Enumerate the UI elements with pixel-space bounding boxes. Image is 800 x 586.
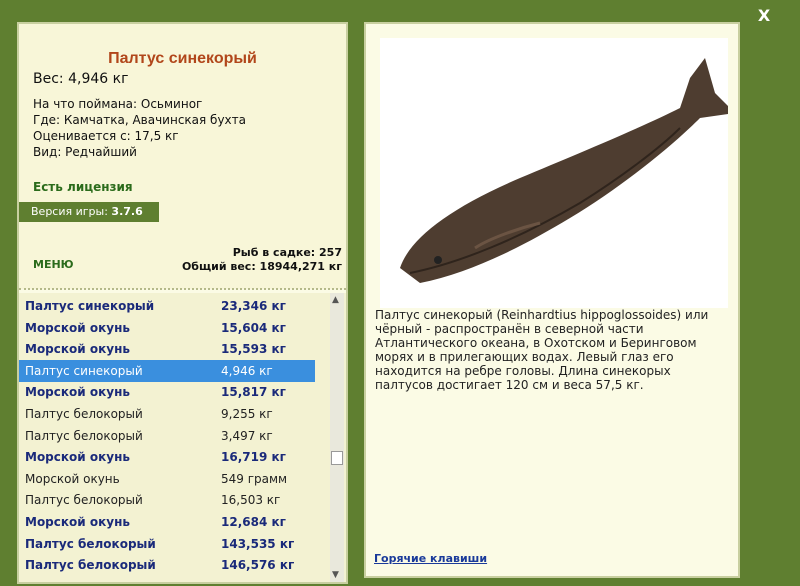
keepnet-totals: Рыб в садке: 257 Общий вес: 18944,271 кг — [182, 246, 342, 274]
fish-title: Палтус синекорый — [108, 50, 257, 67]
license-status: Есть лицензия — [33, 180, 133, 194]
list-item[interactable]: Морской окунь 15,817 кг — [19, 381, 315, 403]
fish-count: Рыб в садке: 257 — [232, 246, 342, 259]
caught-on: На что поймана: Осьминог — [33, 97, 203, 111]
list-item[interactable]: Палтус белокорый 16,503 кг — [19, 489, 315, 511]
fish-name: Морской окунь — [25, 471, 120, 486]
fish-weight-cell: 15,593 кг — [221, 342, 286, 357]
list-item[interactable]: Морской окунь 12,684 кг — [19, 511, 315, 533]
fish-description: Палтус синекорый (Reinhardtius hippoglos… — [375, 308, 709, 392]
fish-name: Палтус белокорый — [25, 407, 143, 421]
hotkeys-link[interactable]: Горячие клавиши — [374, 552, 487, 565]
fish-details: На что поймана: Осьминог Где: Камчатка, … — [33, 96, 246, 160]
fish-name: Морской окунь — [25, 342, 130, 357]
fish-weight-cell: 16,503 кг — [221, 493, 281, 508]
fish-name: Морской окунь — [25, 385, 130, 400]
list-item[interactable]: Морской окунь 549 грамм — [19, 468, 315, 490]
list-item[interactable]: Палтус белокорый 9,255 кг — [19, 403, 315, 425]
fish-weight-cell: 15,604 кг — [221, 320, 286, 335]
fish-name: Палтус белокорый — [25, 428, 143, 443]
fish-name: Морской окунь — [25, 320, 130, 335]
fish-name: Палтус белокорый — [25, 493, 143, 508]
divider — [19, 288, 346, 290]
fish-name: Палтус белокорый — [25, 536, 156, 551]
fish-name: Палтус белокорый — [25, 558, 156, 573]
list-item[interactable]: Морской окунь 15,593 кг — [19, 338, 315, 360]
fish-weight-cell: 12,684 кг — [221, 515, 286, 529]
fish-weight-cell: 3,497 кг — [221, 428, 273, 443]
list-item[interactable]: Палтус белокорый 143,535 кг — [19, 533, 315, 555]
list-item[interactable]: Морской окунь 15,604 кг — [19, 317, 315, 339]
scroll-up-icon[interactable]: ▲ — [332, 295, 339, 305]
fish-description-panel: Палтус синекорый (Reinhardtius hippoglos… — [364, 22, 740, 578]
list-item[interactable]: Морской окунь 16,719 кг — [19, 446, 315, 468]
price: Оценивается с: 17,5 кг — [33, 129, 179, 143]
fish-weight-cell: 146,576 кг — [221, 558, 295, 573]
version-label: Версия игры: — [31, 205, 108, 218]
fish-weight-cell: 143,535 кг — [221, 536, 295, 551]
fish-name: Морской окунь — [25, 515, 130, 529]
fish-name: Морской окунь — [25, 450, 130, 465]
fish-weight-cell: 23,346 кг — [221, 299, 286, 313]
fish-weight-cell: 15,817 кг — [221, 385, 286, 400]
total-weight: Общий вес: 18944,271 кг — [181, 260, 342, 273]
fish-weight-cell: 549 грамм — [221, 471, 288, 486]
fish-weight-cell: 16,719 кг — [221, 450, 286, 465]
list-item[interactable]: Палтус синекорый 4,946 кг — [19, 359, 315, 382]
close-button[interactable]: X — [756, 8, 772, 24]
scroll-thumb[interactable] — [331, 451, 343, 465]
fish-weight-cell: 9,255 кг — [221, 407, 273, 421]
list-item[interactable]: Палтус синекорый 23,346 кг — [19, 295, 315, 317]
fish-weight: Вес: 4,946 кг — [33, 71, 129, 87]
rarity: Вид: Редчайший — [33, 145, 137, 159]
menu-button[interactable]: МЕНЮ — [33, 258, 74, 271]
location: Где: Камчатка, Авачинская бухта — [33, 113, 246, 127]
list-item[interactable]: Палтус белокорый 146,576 кг — [19, 554, 315, 576]
catch-list: Палтус белокорый 146,576 кг Палтус белокор… — [19, 293, 346, 582]
version-value: 3.7.6 — [111, 205, 143, 218]
version-badge: Версия игры: 3.7.6 — [19, 202, 159, 222]
fish-card: Палтус синекорый Вес: 4,946 кг На что по… — [19, 24, 346, 289]
fish-image — [380, 38, 728, 308]
fish-weight-cell: 4,946 кг — [221, 363, 273, 378]
scroll-down-icon[interactable]: ▼ — [332, 570, 339, 580]
list-item[interactable]: Палтус белокорый 3,497 кг — [19, 425, 315, 447]
fish-name: Палтус синекорый — [25, 299, 155, 313]
fish-name: Палтус синекорый — [25, 363, 143, 378]
fish-info-panel: Палтус синекорый Вес: 4,946 кг На что по… — [17, 22, 348, 584]
scrollbar[interactable]: ▲ ▼ — [330, 293, 344, 582]
